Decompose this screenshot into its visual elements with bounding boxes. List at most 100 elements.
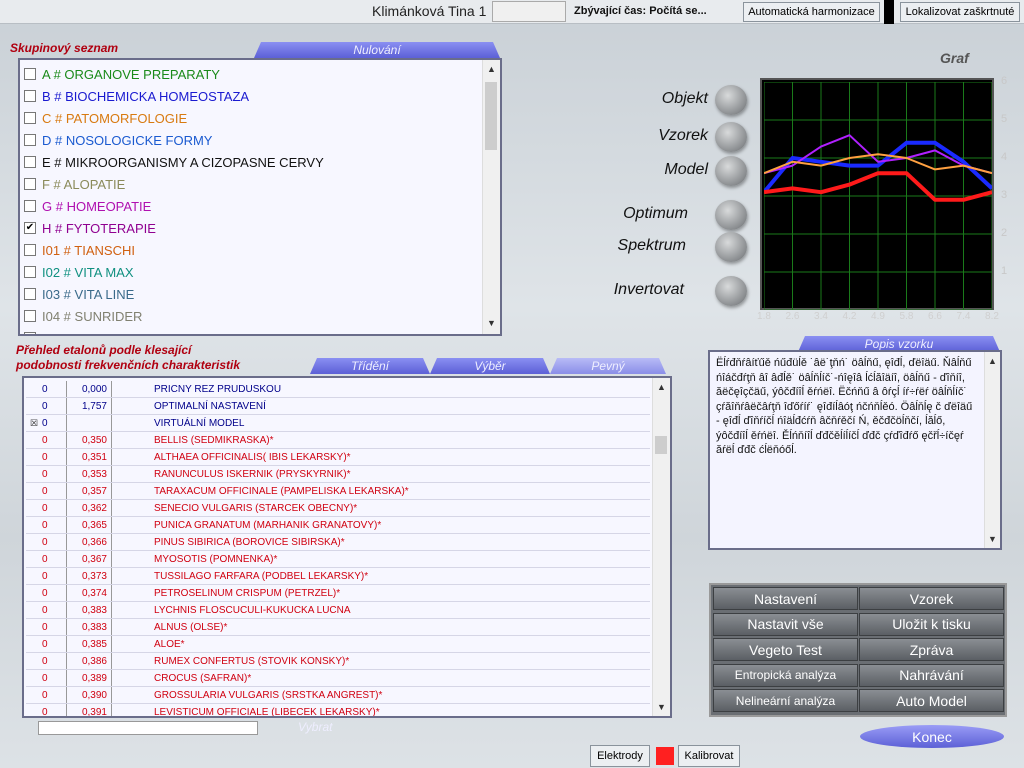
table-row[interactable]: 0 0,386 RUMEX CONFERTUS (STOVIK KONSKY)* [26,653,650,670]
row-name: RUMEX CONFERTUS (STOVIK KONSKY)* [154,655,350,667]
menu-button-8[interactable]: Nelineární analýza [713,689,858,713]
group-item[interactable]: A # ORGANOVE PREPARATY [20,63,480,85]
group-item[interactable]: I04 # SUNRIDER [20,305,480,327]
group-checkbox[interactable] [24,266,36,278]
group-item[interactable]: I01 # TIANSCHI [20,239,480,261]
desc-scrollbar[interactable]: ▲ ▼ [984,352,1000,548]
table-row[interactable]: 0 0,350 BELLIS (SEDMIKRASKA)* [26,432,650,449]
table-row[interactable]: ☒ 0 VIRTUÁLNÍ MODEL [26,415,650,432]
toggle-spektrum-button[interactable] [715,232,747,262]
x-tick-label: 7.4 [956,311,971,322]
table-row[interactable]: 0 0,390 GROSSULARIA VULGARIS (SRSTKA ANGRE… [26,687,650,704]
menu-button-0[interactable]: Nastavení [713,587,858,610]
toggle-optimum-button[interactable] [715,200,747,230]
table-row[interactable]: 0 1,757 OPTIMALNÍ NASTAVENÍ [26,398,650,415]
etalon-scrollbar[interactable]: ▲ ▼ [652,378,670,716]
row-value: 0,383 [66,602,112,618]
group-item[interactable]: I03 # VITA LINE [20,283,480,305]
group-checkbox[interactable] [24,244,36,256]
menu-button-6[interactable]: Entropická analýza [713,663,858,687]
group-list: A # ORGANOVE PREPARATY B # BIOCHEMICKA HO… [18,58,502,336]
group-checkbox[interactable] [24,112,36,124]
etalon-scroll-up-icon[interactable]: ▲ [653,380,670,394]
table-row[interactable]: 0 0,366 PINUS SIBIRICA (BOROVICE SIBIRSKA)… [26,534,650,551]
table-row[interactable]: 0 0,373 TUSSILAGO FARFARA (PODBEL LEKARSKY… [26,568,650,585]
reset-tab[interactable]: Nulování [254,42,500,58]
group-checkbox[interactable] [24,156,36,168]
group-item[interactable]: F # ALOPATIE [20,173,480,195]
table-row[interactable]: 0 0,389 CROCUS (SAFRAN)* [26,670,650,687]
row-name: CROCUS (SAFRAN)* [154,672,252,684]
group-item[interactable]: ✔ H # FYTOTERAPIE [20,217,480,239]
table-row[interactable]: 0 0,385 ALOE* [26,636,650,653]
tab-select[interactable]: Výběr [430,358,550,374]
tab-sort[interactable]: Třídění [310,358,430,374]
table-row[interactable]: 0 0,000 PRICNY REZ PRUDUSKOU [26,381,650,398]
group-item[interactable]: G # HOMEOPATIE [20,195,480,217]
group-item[interactable]: I02 # VITA MAX [20,261,480,283]
localize-checked-button[interactable]: Lokalizovat zaškrtnuté [900,2,1020,22]
toggle-objekt-button[interactable] [715,85,747,115]
menu-button-2[interactable]: Nastavit vše [713,612,858,636]
table-row[interactable]: 0 0,383 ALNUS (OLSE)* [26,619,650,636]
group-checkbox[interactable] [24,200,36,212]
select-label[interactable]: Vybrat [298,720,332,734]
electrodes-button[interactable]: Elektrody [590,745,650,767]
menu-button-5[interactable]: Zpráva [859,638,1004,662]
group-checkbox[interactable] [24,288,36,300]
table-row[interactable]: 0 0,365 PUNICA GRANATUM (MARHANIK GRANATOV… [26,517,650,534]
group-checkbox[interactable] [24,134,36,146]
toggle-vzorek-button[interactable] [715,122,747,152]
group-item[interactable]: I05 # NOR [20,327,480,334]
scroll-up-icon[interactable]: ▲ [483,62,500,76]
table-row[interactable]: 0 0,357 TARAXACUM OFFICINALE (PAMPELISKA L… [26,483,650,500]
select-input[interactable] [38,721,258,735]
row-col1: 0 [42,621,48,633]
etalon-scroll-down-icon[interactable]: ▼ [653,700,670,714]
group-item[interactable]: D # NOSOLOGICKE FORMY [20,129,480,151]
row-name: RANUNCULUS ISKERNIK (PRYSKYRNIK)* [154,468,351,480]
table-row[interactable]: 0 0,353 RANUNCULUS ISKERNIK (PRYSKYRNIK)* [26,466,650,483]
group-checkbox[interactable] [24,90,36,102]
group-checkbox[interactable] [24,68,36,80]
row-value: 0,373 [66,568,112,584]
group-item[interactable]: B # BIOCHEMICKA HOMEOSTAZA [20,85,480,107]
toggle-invertovat-button[interactable] [715,276,747,306]
group-checkbox[interactable] [24,178,36,190]
table-row[interactable]: 0 0,374 PETROSELINUM CRISPUM (PETRZEL)* [26,585,650,602]
group-checkbox[interactable] [24,310,36,322]
top-field[interactable] [492,1,566,22]
table-row[interactable]: 0 0,367 MYOSOTIS (POMNENKA)* [26,551,650,568]
menu-button-4[interactable]: Vegeto Test [713,638,858,662]
menu-button-1[interactable]: Vzorek [859,587,1004,610]
table-row[interactable]: 0 0,391 LEVISTICUM OFFICIALE (LIBECEK LEKA… [26,704,650,716]
end-button[interactable]: Konec [860,725,1004,748]
menu-button-7[interactable]: Nahrávání [859,663,1004,687]
table-row[interactable]: 0 0,351 ALTHAEA OFFICINALIS( IBIS LEKARSKY… [26,449,650,466]
etalon-scroll-thumb[interactable] [655,436,667,454]
calibrate-button[interactable]: Kalibrovat [678,745,740,767]
tab-fixed[interactable]: Pevný [550,358,666,374]
row-col1: 0 [42,485,48,497]
toggle-model-button[interactable] [715,156,747,186]
group-checkbox[interactable]: ✔ [24,222,36,234]
remaining-time: Zbývající čas: Počítá se... [574,5,707,17]
group-checkbox[interactable] [24,332,36,334]
row-col1: 0 [42,400,48,412]
table-row[interactable]: 0 0,362 SENECIO VULGARIS (STARCEK OBECNY)* [26,500,650,517]
menu-button-3[interactable]: Uložit k tisku [859,612,1004,636]
group-scrollbar[interactable]: ▲ ▼ [482,60,500,334]
table-row[interactable]: 0 0,383 LYCHNIS FLOSCUCULI-KUKUCKA LUCNA [26,602,650,619]
row-col1: 0 [42,655,48,667]
x-tick-label: 2.6 [785,311,800,322]
group-item[interactable]: E # MIKROORGANISMY A CIZOPASNE CERVY [20,151,480,173]
auto-harmonize-button[interactable]: Automatická harmonizace [743,2,880,22]
scroll-thumb[interactable] [485,82,497,150]
row-flag[interactable]: ☒ [26,418,42,429]
scroll-down-icon[interactable]: ▼ [483,316,500,330]
row-value: 0,389 [66,670,112,686]
desc-scroll-up-icon[interactable]: ▲ [985,354,1000,368]
group-item[interactable]: C # PATOMORFOLOGIE [20,107,480,129]
desc-scroll-down-icon[interactable]: ▼ [985,532,1000,546]
menu-button-9[interactable]: Auto Model [859,689,1004,713]
